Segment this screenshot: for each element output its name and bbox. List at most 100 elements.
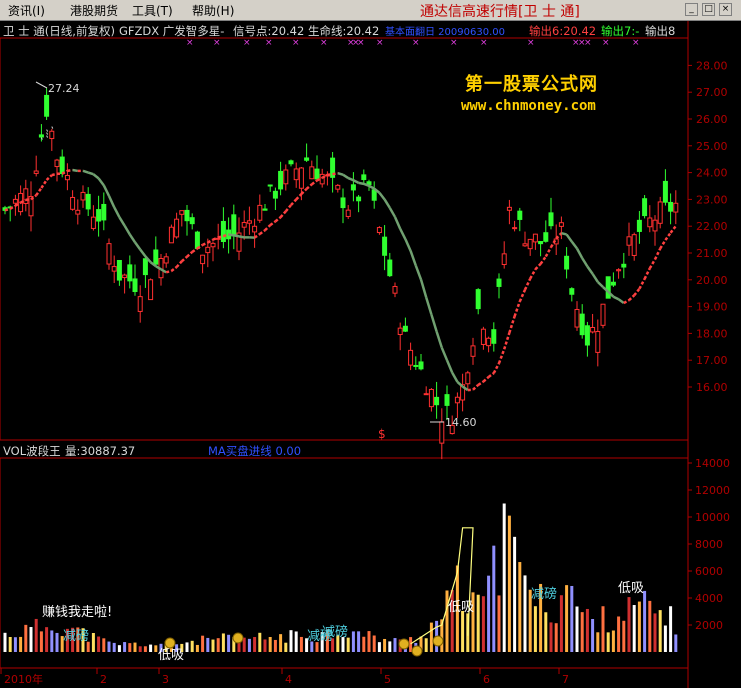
date-tick-label: 2 — [100, 673, 107, 686]
candle-body — [527, 238, 533, 250]
ma-segment — [290, 198, 298, 206]
output8-value: 输出8 — [645, 24, 676, 38]
chart-grid — [0, 21, 689, 688]
volume-bar — [258, 632, 262, 652]
ma-segment — [358, 181, 365, 186]
ma-segment — [596, 281, 604, 288]
ma-segment — [40, 179, 48, 189]
volume-bar — [50, 630, 54, 652]
candle-body — [548, 212, 554, 227]
signal-x-marker: × — [376, 38, 384, 48]
ma-segment — [347, 176, 354, 182]
volume-bar — [97, 636, 101, 652]
moving-average-line — [4, 126, 677, 392]
ma-segment — [581, 257, 589, 268]
candle-body — [44, 94, 50, 117]
volume-bar — [393, 638, 397, 652]
volume-bar — [336, 635, 340, 652]
menu-item-hk-futures[interactable]: 港股期货 — [70, 2, 118, 19]
ma-segment — [607, 290, 615, 298]
stock-name: 卫 士 通(日线,前复权) — [3, 24, 115, 38]
signal-x-marker: × — [480, 38, 488, 48]
candle-body — [532, 233, 538, 243]
signal-x-marker: × — [292, 38, 300, 48]
ma-segment — [451, 372, 459, 383]
candle-body — [116, 259, 122, 281]
signal-markers: × × × × × × ××× × × × × × ××× × × — [186, 38, 640, 48]
volume-bar — [29, 627, 33, 652]
minimize-button[interactable]: _ — [685, 3, 698, 16]
menu-item-help[interactable]: 帮助(H) — [192, 2, 234, 19]
ma-segment — [544, 246, 553, 258]
volume-tick-label: 10000 — [695, 511, 730, 524]
volume-bar — [445, 590, 449, 652]
smiley-icon — [432, 635, 444, 647]
candle-body — [517, 210, 523, 220]
ma-segment — [435, 331, 443, 349]
candle-body — [475, 289, 481, 310]
volume-bar — [565, 585, 569, 652]
volume-info-bar: VOL波段王 量:30887.37 MA买盘进线 0.00 — [0, 442, 741, 458]
signal-x-marker: × — [186, 38, 194, 48]
ma-segment — [160, 268, 167, 274]
volume-bar — [372, 635, 376, 652]
candle-body — [153, 249, 159, 265]
price-tick-label: 23.00 — [696, 193, 728, 206]
ma-segment — [565, 233, 573, 243]
ma-segment — [305, 183, 313, 190]
candle-body — [205, 246, 211, 254]
volume-bar — [637, 601, 641, 652]
candle-body — [252, 225, 258, 233]
ma-segment — [586, 265, 594, 275]
ma-segment — [513, 301, 521, 317]
close-button[interactable]: × — [719, 3, 732, 16]
candle-body — [631, 234, 637, 256]
ma-segment — [175, 260, 183, 268]
candle-body — [662, 180, 668, 203]
volume-tick-label: 2000 — [695, 619, 723, 632]
volume-bar — [71, 627, 75, 652]
volume-bar — [502, 503, 506, 652]
candle-body — [454, 396, 460, 404]
signal-x-marker: × — [572, 38, 580, 48]
candle-body — [257, 204, 263, 221]
volume-bar — [201, 635, 205, 652]
volume-bar — [34, 618, 38, 652]
ma-segment — [87, 171, 94, 176]
maximize-button[interactable]: □ — [702, 3, 715, 16]
ma-segment — [430, 314, 438, 332]
volume-bar — [13, 637, 17, 652]
ma-segment — [113, 206, 121, 218]
volume-annotation: 减磅 — [322, 624, 348, 640]
volume-bar — [289, 630, 293, 652]
candle-body — [387, 259, 393, 277]
menu-item-info[interactable]: 资讯(I) — [8, 2, 45, 19]
candle-body — [626, 236, 632, 246]
volume-bar — [232, 637, 236, 652]
candle-body — [64, 174, 70, 181]
ma-segment — [144, 255, 152, 264]
ma-segment — [20, 198, 27, 204]
ma-segment — [180, 255, 188, 263]
price-tick-label: 21.00 — [696, 247, 728, 260]
candle-body — [272, 190, 278, 199]
candle-body — [168, 226, 174, 244]
candle-body — [423, 393, 429, 396]
indicator-name: GFZDX 广发智多星- — [119, 24, 225, 38]
ma-segment — [617, 298, 625, 304]
ma-segment — [440, 347, 449, 361]
ma-segment — [259, 229, 266, 236]
volume-bar — [653, 613, 657, 652]
candle-body — [449, 424, 455, 435]
menu-item-tools[interactable]: 工具(T) — [132, 2, 173, 19]
signal-x-marker: × — [578, 38, 586, 48]
ma-segment — [534, 263, 542, 271]
volume-panel-frame — [0, 457, 689, 669]
ma-segment — [648, 258, 657, 269]
candle-body — [314, 168, 320, 180]
ma-segment — [128, 233, 137, 243]
volume-annotation: 减磅 — [307, 628, 333, 644]
candle-body — [163, 256, 169, 264]
ma-segment — [518, 289, 527, 302]
volume-bar — [341, 637, 345, 652]
